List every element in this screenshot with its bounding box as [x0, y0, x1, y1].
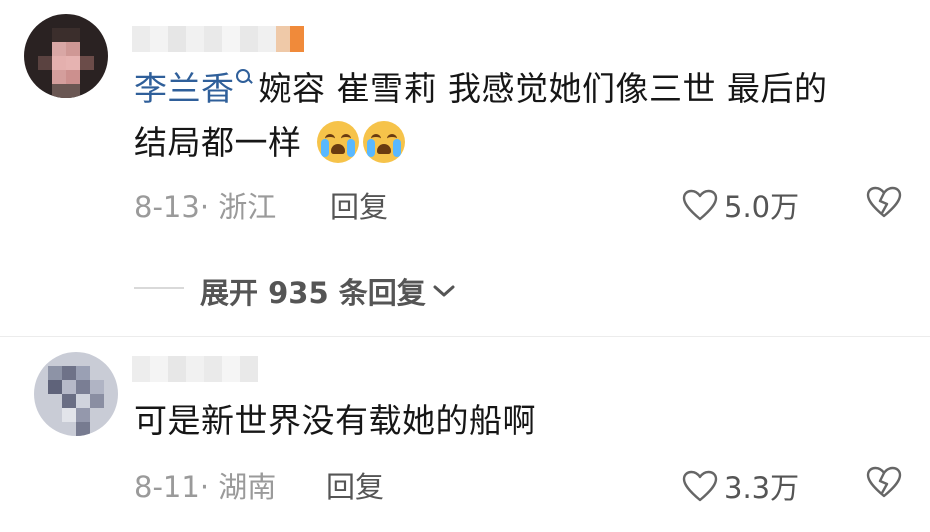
like-count: 5.0万 — [724, 190, 800, 224]
heart-outline-icon — [682, 470, 718, 502]
username-blurred[interactable] — [132, 26, 304, 52]
like-count: 3.3万 — [724, 471, 800, 505]
avatar[interactable] — [34, 352, 118, 436]
loudly-crying-face-emoji — [362, 120, 405, 163]
like-button[interactable]: 3.3万 — [682, 465, 799, 507]
date-location: 8-11· 湖南 — [134, 470, 277, 504]
expand-divider-line — [134, 287, 184, 289]
loudly-crying-face-emoji — [316, 120, 359, 163]
chevron-down-icon — [433, 285, 455, 297]
comment-text: 可是新世界没有载她的船啊 — [134, 401, 536, 440]
heart-outline-icon — [682, 189, 718, 221]
comment-text-line1: 婉容 崔雪莉 我感觉她们像三世 最后的 — [258, 69, 828, 108]
search-icon[interactable] — [235, 68, 253, 88]
mention-link[interactable]: 李兰香 — [134, 69, 235, 108]
like-button[interactable]: 5.0万 — [682, 184, 799, 226]
broken-heart-icon[interactable] — [866, 186, 902, 218]
avatar[interactable] — [24, 14, 108, 98]
date-location: 8-13· 浙江 — [134, 190, 277, 224]
reply-button[interactable]: 回复 — [330, 184, 388, 226]
comment-divider — [0, 336, 930, 337]
broken-heart-icon[interactable] — [866, 466, 902, 498]
expand-replies-button[interactable]: 展开 935 条回复 — [200, 270, 458, 312]
comment-text-line2: 结局都一样 — [134, 123, 302, 162]
username-blurred[interactable] — [132, 356, 258, 382]
reply-button[interactable]: 回复 — [326, 464, 384, 506]
expand-replies-label: 展开 935 条回复 — [200, 276, 426, 310]
comment-text: 李兰香 婉容 崔雪莉 我感觉她们像三世 最后的 结局都一样 — [134, 62, 914, 170]
